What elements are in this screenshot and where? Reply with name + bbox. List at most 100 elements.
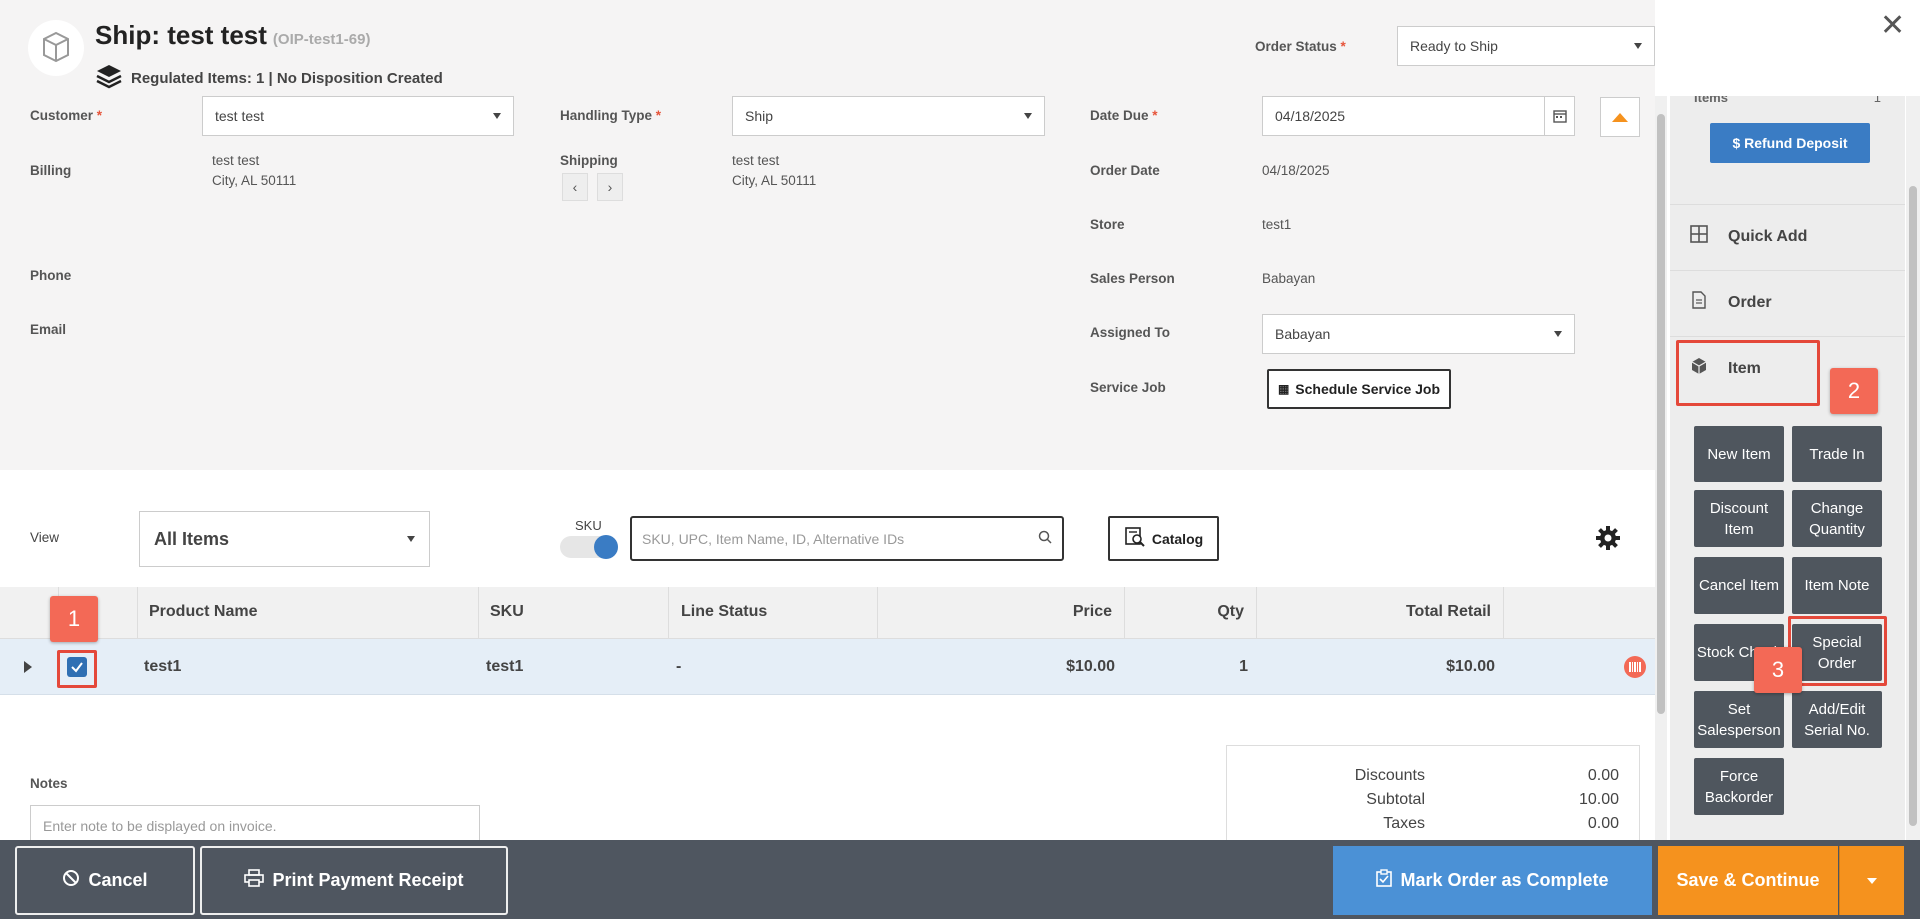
new-item-button[interactable]: New Item [1694,426,1784,482]
assigned-to-select[interactable]: Babayan [1262,314,1575,354]
chevron-down-icon [407,536,415,542]
service-job-label: Service Job [1090,380,1166,395]
billing-line2: City, AL 50111 [212,173,297,188]
discount-item-button[interactable]: Discount Item [1694,490,1784,547]
order-code: (OIP-test1-69) [272,31,371,48]
handling-type-select[interactable]: Ship [732,96,1045,136]
chevron-down-icon [1554,331,1562,337]
change-quantity-button[interactable]: Change Quantity [1792,490,1882,547]
save-options-dropdown[interactable] [1839,846,1904,915]
col-price[interactable]: Price [1073,603,1112,621]
subtotal-label: Subtotal [1366,791,1425,808]
box-icon [36,27,76,70]
col-sku[interactable]: SKU [490,603,524,621]
page-title: Ship: test test (OIP-test1-69) [95,20,370,51]
mark-complete-button[interactable]: Mark Order as Complete [1333,846,1652,915]
taxes-value: 0.00 [1587,815,1619,832]
next-address-button[interactable]: › [597,173,623,201]
shipping-line2: City, AL 50111 [732,173,817,188]
view-value: All Items [154,528,230,549]
billing-label: Billing [30,163,72,178]
order-status-select[interactable]: Ready to Ship [1397,26,1655,66]
order-status-value: Ready to Ship [1410,38,1498,54]
gear-icon[interactable] [1594,524,1622,555]
customer-value: test test [215,108,265,124]
col-total-retail[interactable]: Total Retail [1406,603,1491,621]
order-date-value: 04/18/2025 [1262,163,1330,178]
catalog-button[interactable]: Catalog [1108,516,1219,561]
items-count: 1 [1873,96,1881,105]
table-header: Product Name SKU Line Status Price Qty T… [0,587,1655,639]
cancel-item-button[interactable]: Cancel Item [1694,557,1784,614]
schedule-service-job-label: Schedule Service Job [1295,381,1441,397]
col-line-status[interactable]: Line Status [681,603,767,621]
callout-2: 2 [1830,368,1878,414]
menu-order-label: Order [1728,293,1772,311]
customer-select[interactable]: test test [202,96,514,136]
schedule-service-job-button[interactable]: ▦ Schedule Service Job [1267,369,1451,409]
view-select[interactable]: All Items [139,511,430,567]
chevron-left-icon: ‹ [572,179,578,195]
date-due-label: Date Due * [1090,108,1158,123]
callout-3: 3 [1754,647,1802,693]
notes-input[interactable]: Enter note to be displayed on invoice. [30,805,480,840]
item-note-button[interactable]: Item Note [1792,557,1882,614]
table-row[interactable]: test1 test1 - $10.00 1 $10.00 [0,639,1655,695]
print-receipt-button[interactable]: Print Payment Receipt [200,846,508,915]
cancel-button[interactable]: Cancel [15,846,195,915]
clipboard-check-icon [1376,869,1393,892]
force-backorder-button[interactable]: Force Backorder [1694,758,1784,815]
customer-label: Customer * [30,108,103,123]
email-label: Email [30,322,67,337]
menu-quick-add-label: Quick Add [1728,227,1808,245]
callout-1: 1 [50,596,98,642]
highlight-checkbox [57,650,97,688]
search-icon [1038,530,1052,547]
set-salesperson-button[interactable]: Set Salesperson [1694,691,1784,748]
close-icon[interactable]: ✕ [1880,8,1905,43]
calendar-icon[interactable] [1544,97,1574,135]
shipping-line1: test test [732,153,780,168]
store-value: test1 [1262,217,1292,232]
sku-toggle-label: SKU [575,518,602,533]
store-label: Store [1090,217,1125,232]
order-date-label: Order Date [1090,163,1160,178]
sku-toggle[interactable] [560,535,618,559]
shipping-label: Shipping [560,153,618,168]
menu-quick-add[interactable]: Quick Add [1670,204,1905,268]
handling-type-value: Ship [745,108,774,124]
regulated-info: Regulated Items: 1 | No Disposition Crea… [95,62,443,94]
toggle-knob [594,535,618,559]
handling-type-label: Handling Type * [560,108,662,123]
main-scrollbar[interactable] [1655,96,1667,840]
date-due-input[interactable]: 04/18/2025 [1262,96,1575,136]
mark-complete-label: Mark Order as Complete [1400,870,1609,890]
menu-order[interactable]: Order [1670,270,1905,334]
prev-address-button[interactable]: ‹ [562,173,588,201]
add-edit-serial-button[interactable]: Add/Edit Serial No. [1792,691,1882,748]
order-status-label: Order Status * [1255,39,1346,54]
save-continue-label: Save & Continue [1676,870,1820,890]
barcode-badge-icon[interactable] [1624,656,1646,678]
col-product-name[interactable]: Product Name [149,603,257,621]
search-input[interactable]: SKU, UPC, Item Name, ID, Alternative IDs [630,516,1064,561]
phone-label: Phone [30,268,72,283]
expand-row-icon[interactable] [24,661,32,673]
caret-up-icon [1612,112,1628,122]
ban-icon [62,869,80,892]
regulated-text: Regulated Items: 1 | No Disposition Crea… [131,69,443,87]
chevron-down-icon [1024,113,1032,119]
col-qty[interactable]: Qty [1217,603,1244,621]
catalog-search-icon [1124,526,1146,551]
right-panel: Items 1 $ Refund Deposit Quick Add Order… [1670,96,1905,840]
refund-deposit-button[interactable]: $ Refund Deposit [1710,123,1870,163]
trade-in-button[interactable]: Trade In [1792,426,1882,482]
highlight-item-menu [1676,340,1820,406]
chevron-down-icon [493,113,501,119]
collapse-up-button[interactable] [1600,97,1640,137]
right-panel-scrollbar[interactable] [1906,96,1920,840]
order-main: Ship: test test (OIP-test1-69) Regulated … [0,0,1655,840]
totals-box: Discounts 0.00 Subtotal 10.00 Taxes 0.00 [1226,745,1640,840]
save-continue-button[interactable]: Save & Continue [1658,846,1838,915]
order-logo [28,20,84,76]
